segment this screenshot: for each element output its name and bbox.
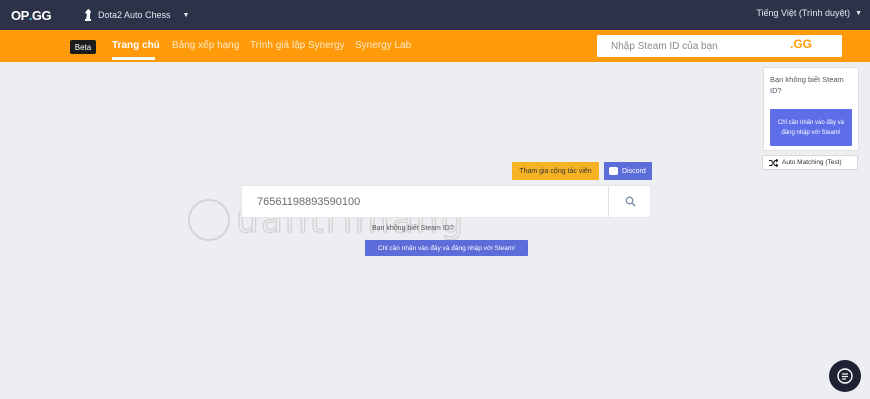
- game-selector[interactable]: Dota2 Auto Chess ▼: [84, 7, 189, 23]
- discord-icon: [609, 167, 618, 175]
- opgg-logo[interactable]: OP. GG: [11, 7, 54, 23]
- active-tab-indicator: [112, 57, 155, 60]
- nav-item-leaderboard[interactable]: Bảng xếp hạng: [172, 40, 239, 51]
- game-name: Dota2 Auto Chess: [98, 10, 171, 20]
- chevron-down-icon: ▼: [182, 11, 190, 19]
- steam-login-button[interactable]: Chỉ cần nhấn vào đây và đăng nhập với St…: [770, 109, 852, 146]
- auto-matching-label: Auto Matching (Test): [782, 159, 842, 166]
- main-search-box: [241, 185, 651, 218]
- nav-item-synergy-lab[interactable]: Synergy Lab: [355, 40, 411, 51]
- logo-text-2: GG: [31, 7, 52, 23]
- auto-matching-button[interactable]: Auto Matching (Test): [762, 155, 858, 170]
- join-collaborator-button[interactable]: Tham gia cộng tác viên: [512, 162, 599, 180]
- steam-help-card: Bạn không biết Steam ID? Chỉ cần nhấn và…: [763, 67, 859, 151]
- search-icon: [625, 196, 635, 207]
- steam-id-hint: Bạn không biết Steam ID?: [372, 225, 454, 232]
- top-bar: OP. GG Dota2 Auto Chess ▼ Tiếng Việt (Trì…: [0, 0, 870, 30]
- search-button[interactable]: [609, 186, 651, 217]
- chat-button[interactable]: [829, 360, 861, 392]
- chess-knight-icon: [85, 9, 91, 21]
- nav-item-synergy-simulator[interactable]: Trình giả lập Synergy: [250, 40, 345, 51]
- nav-item-home[interactable]: Trang chủ: [112, 40, 160, 51]
- beta-badge: Beta: [70, 40, 96, 54]
- search-gg-button[interactable]: .GG: [790, 37, 812, 51]
- discord-button[interactable]: Discord: [604, 162, 652, 180]
- shuffle-icon: [769, 158, 778, 167]
- chevron-down-icon: ▼: [855, 9, 862, 17]
- language-label: Tiếng Việt (Trình duyệt): [756, 8, 851, 18]
- main-steam-login-button[interactable]: Chỉ cần nhấn vào đây và đăng nhập với St…: [365, 240, 528, 256]
- language-selector[interactable]: Tiếng Việt (Trình duyệt) ▼: [756, 8, 862, 18]
- help-card-text: Bạn không biết Steam ID?: [770, 75, 844, 95]
- chat-icon: [837, 368, 853, 384]
- main-steam-id-input[interactable]: [242, 186, 607, 217]
- logo-text: OP: [11, 7, 29, 23]
- steam-id-search-input[interactable]: [597, 35, 777, 57]
- discord-label: Discord: [622, 167, 646, 175]
